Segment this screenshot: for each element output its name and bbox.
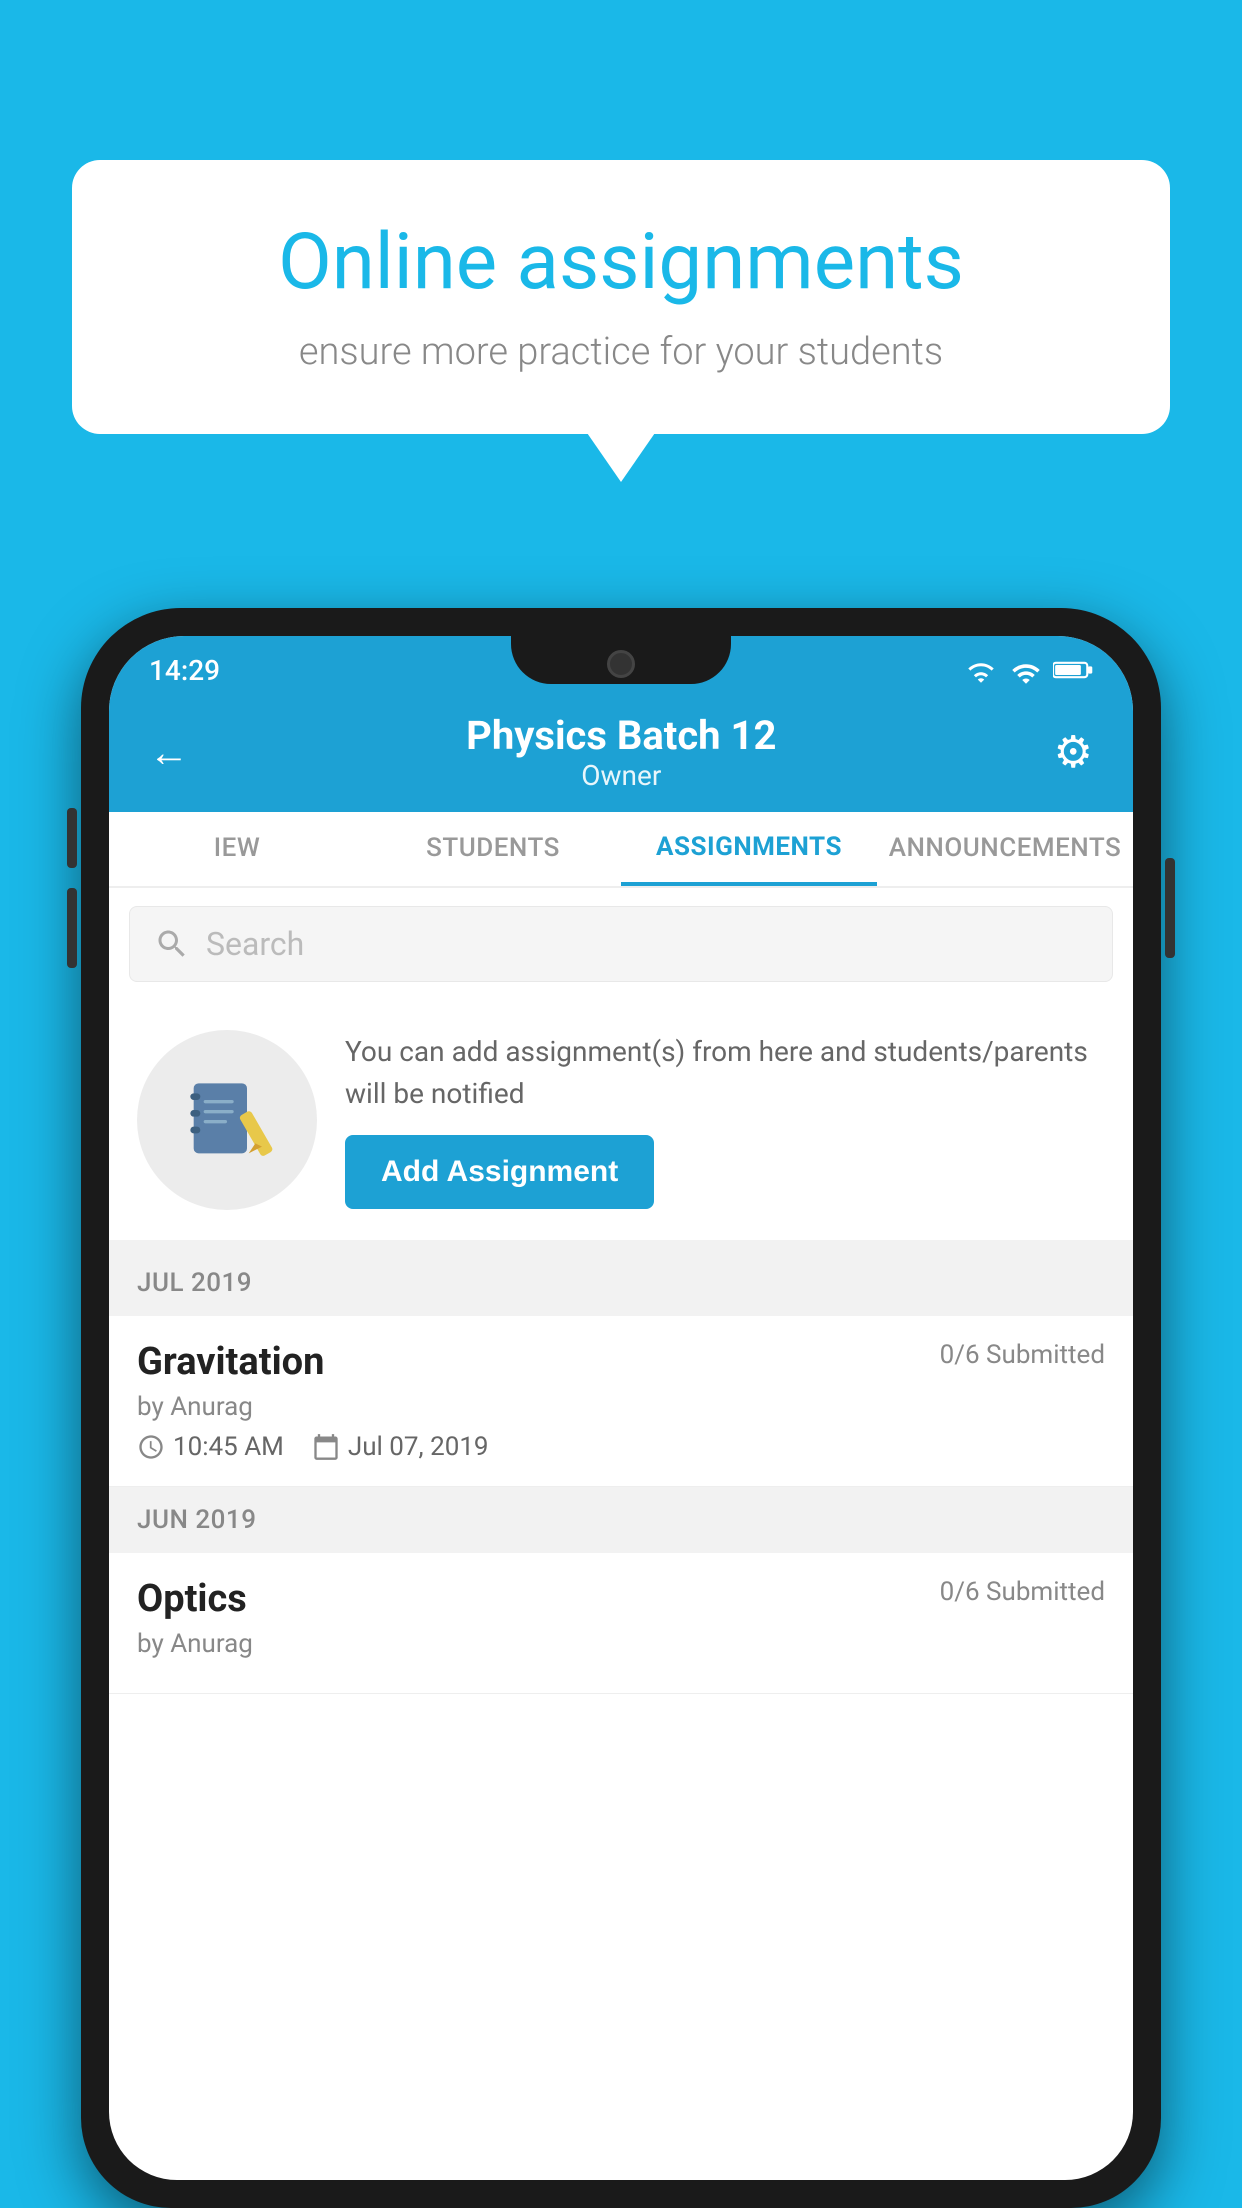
signal-icon [1011, 656, 1041, 684]
assignment-title-optics: Optics [137, 1577, 247, 1621]
power-button [1165, 858, 1175, 958]
app-header: ← Physics Batch 12 Owner ⚙ [109, 696, 1133, 812]
tab-announcements[interactable]: ANNOUNCEMENTS [877, 812, 1133, 886]
bubble-title: Online assignments [142, 220, 1100, 306]
header-title: Physics Batch 12 [189, 712, 1054, 759]
status-time: 14:29 [149, 654, 220, 687]
promo-section: You can add assignment(s) from here and … [109, 1000, 1133, 1250]
table-row[interactable]: Gravitation 0/6 Submitted by Anurag 10:4… [109, 1316, 1133, 1487]
assignment-submitted-count: 0/6 Submitted [940, 1340, 1105, 1370]
notch [511, 636, 731, 684]
assignment-header: Gravitation 0/6 Submitted [137, 1340, 1105, 1384]
volume-down-button [67, 888, 77, 968]
phone-screen: 14:29 [109, 636, 1133, 2180]
phone-mockup: 14:29 [81, 608, 1161, 2208]
calendar-icon [312, 1433, 340, 1461]
tab-assignments[interactable]: ASSIGNMENTS [621, 812, 877, 886]
search-bar[interactable]: Search [129, 906, 1113, 982]
bubble-subtitle: ensure more practice for your students [142, 330, 1100, 374]
assignment-author: by Anurag [137, 1392, 1105, 1422]
promo-description: You can add assignment(s) from here and … [345, 1031, 1105, 1115]
section-jun-2019: JUN 2019 [109, 1487, 1133, 1553]
tab-students[interactable]: STUDENTS [365, 812, 621, 886]
phone-outer: 14:29 [81, 608, 1161, 2208]
search-container: Search [109, 888, 1133, 1000]
back-button[interactable]: ← [149, 729, 189, 776]
speech-bubble: Online assignments ensure more practice … [72, 160, 1170, 434]
section-jul-2019: JUL 2019 [109, 1250, 1133, 1316]
tab-overview[interactable]: IEW [109, 812, 365, 886]
header-owner-label: Owner [189, 759, 1054, 792]
assignment-submitted-count-optics: 0/6 Submitted [940, 1577, 1105, 1607]
promo-content: You can add assignment(s) from here and … [345, 1031, 1105, 1209]
search-icon [154, 926, 190, 962]
wifi-icon [963, 656, 999, 684]
table-row[interactable]: Optics 0/6 Submitted by Anurag [109, 1553, 1133, 1694]
promo-card: Online assignments ensure more practice … [72, 160, 1170, 434]
assignment-author-optics: by Anurag [137, 1629, 1105, 1659]
search-placeholder: Search [206, 925, 304, 963]
front-camera [607, 650, 635, 678]
assignment-time: 10:45 AM [137, 1432, 284, 1462]
assignment-date: Jul 07, 2019 [312, 1432, 489, 1462]
assignment-meta: 10:45 AM Jul 07, 2019 [137, 1432, 1105, 1462]
notebook-icon [177, 1070, 277, 1170]
header-center: Physics Batch 12 Owner [189, 712, 1054, 792]
settings-button[interactable]: ⚙ [1054, 726, 1093, 778]
add-assignment-button[interactable]: Add Assignment [345, 1135, 654, 1209]
clock-icon [137, 1433, 165, 1461]
status-icons [963, 656, 1093, 684]
volume-up-button [67, 808, 77, 868]
tabs-bar: IEW STUDENTS ASSIGNMENTS ANNOUNCEMENTS [109, 812, 1133, 888]
battery-icon [1053, 656, 1093, 684]
assignment-title: Gravitation [137, 1340, 324, 1384]
assignment-header-optics: Optics 0/6 Submitted [137, 1577, 1105, 1621]
promo-icon-circle [137, 1030, 317, 1210]
